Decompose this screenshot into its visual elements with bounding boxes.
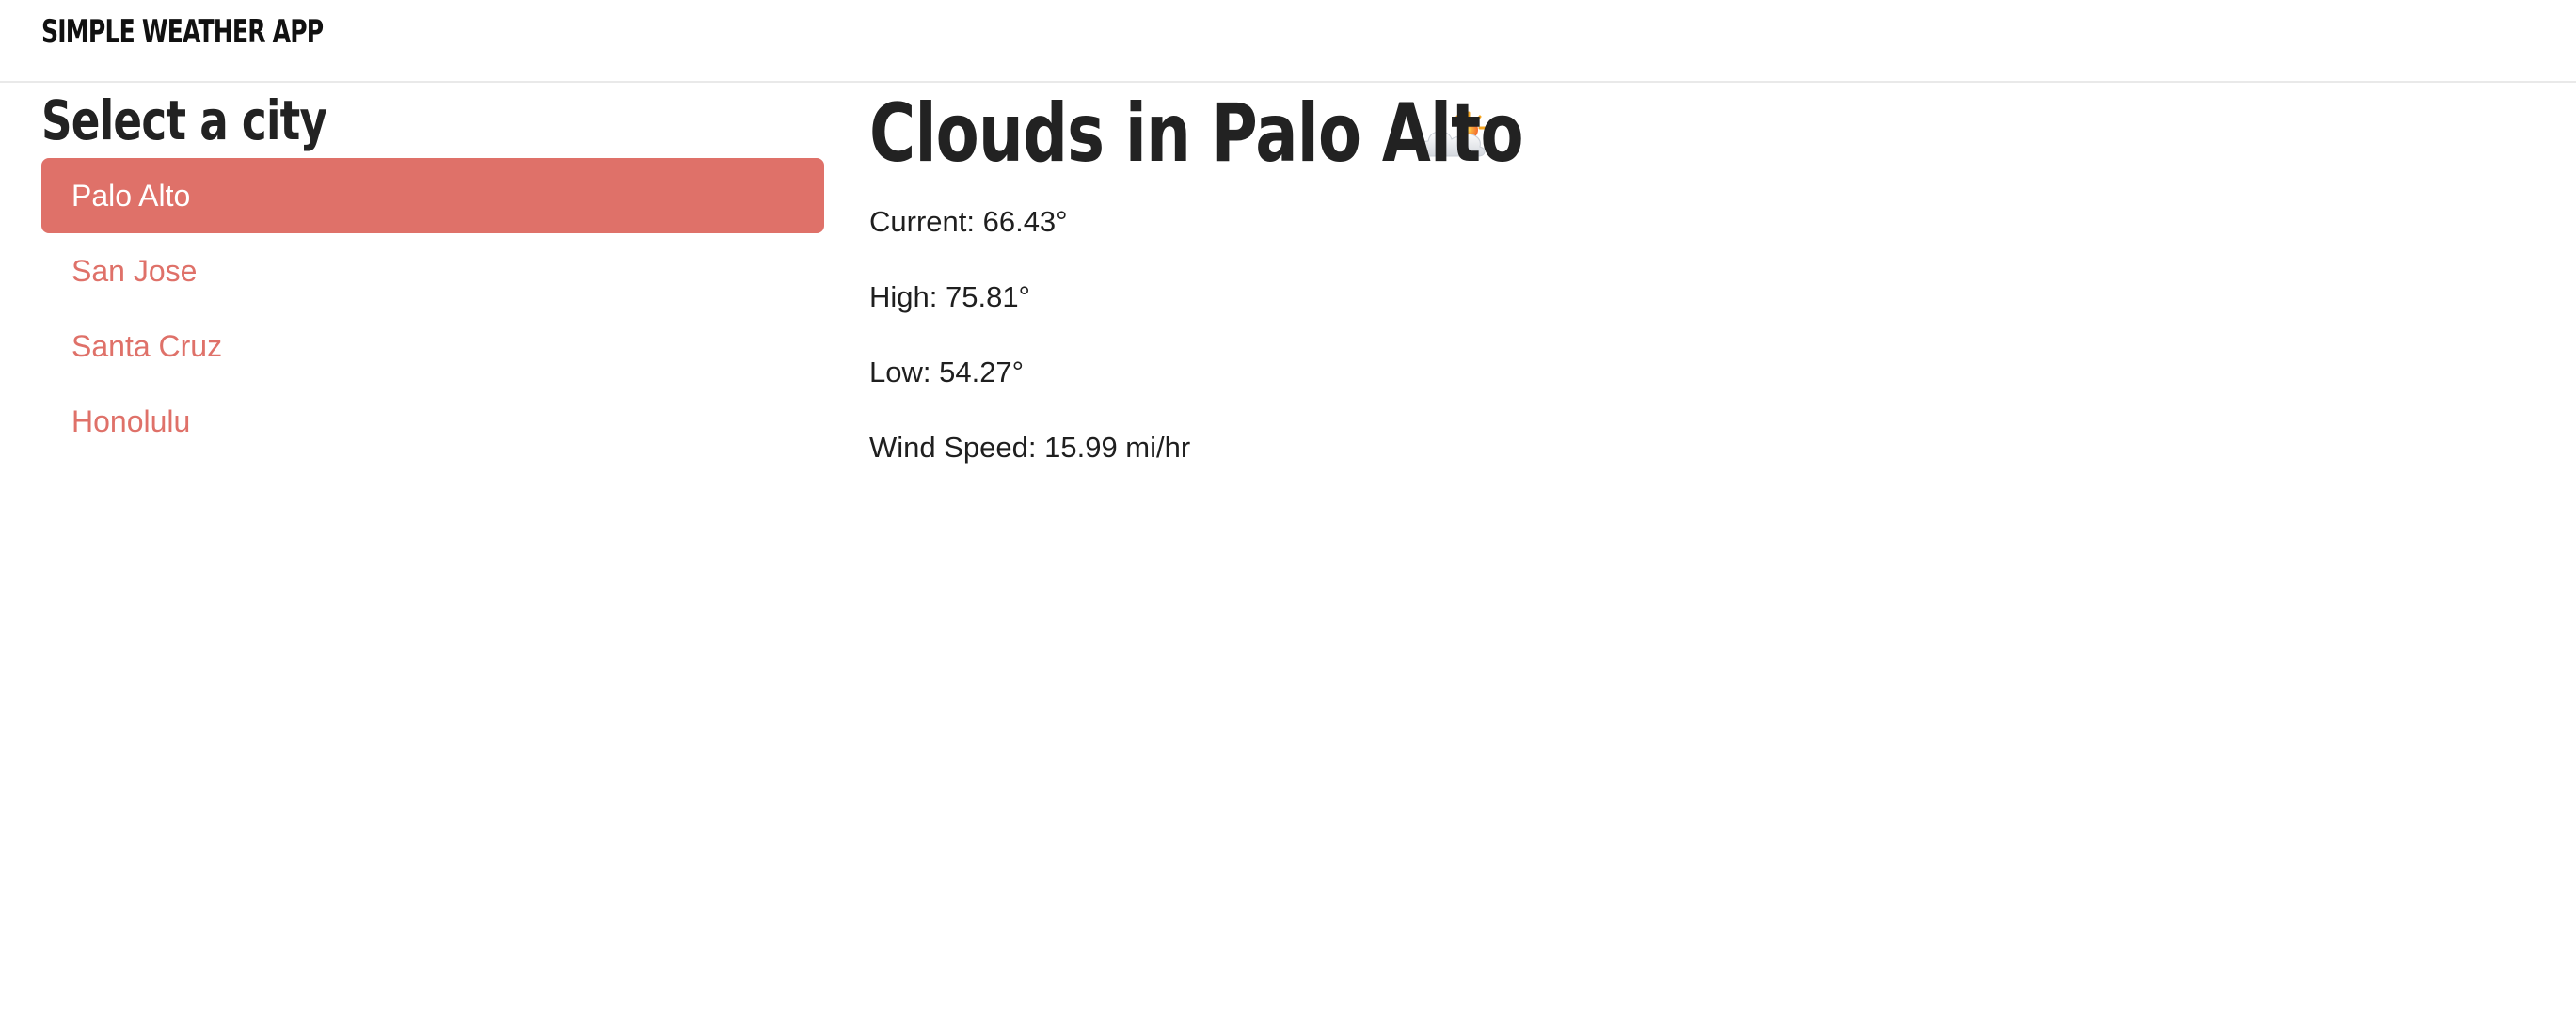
weather-title: Clouds in Palo Alto <box>869 87 1524 181</box>
city-item-santa-cruz[interactable]: Santa Cruz <box>41 308 824 384</box>
city-item-honolulu[interactable]: Honolulu <box>41 384 824 459</box>
app-brand[interactable]: SIMPLE WEATHER APP <box>41 13 324 51</box>
city-item-san-jose[interactable]: San Jose <box>41 233 824 308</box>
wind-speed: Wind Speed: 15.99 mi/hr <box>869 431 1191 464</box>
city-item-palo-alto[interactable]: Palo Alto <box>41 158 824 233</box>
current-temperature: Current: 66.43° <box>869 205 1068 238</box>
sidebar-title: Select a city <box>41 88 327 152</box>
navbar: SIMPLE WEATHER APP <box>0 0 2576 83</box>
high-temperature: High: 75.81° <box>869 280 1030 313</box>
weather-panel: Clouds in Palo Alto Current: 66.43° High… <box>869 83 2544 485</box>
city-list: Palo Alto San Jose Santa Cruz Honolulu <box>41 158 824 459</box>
low-temperature: Low: 54.27° <box>869 356 1025 388</box>
weather-headline: Clouds in Palo Alto <box>869 83 2544 184</box>
city-sidebar: Select a city Palo Alto San Jose Santa C… <box>41 83 824 459</box>
